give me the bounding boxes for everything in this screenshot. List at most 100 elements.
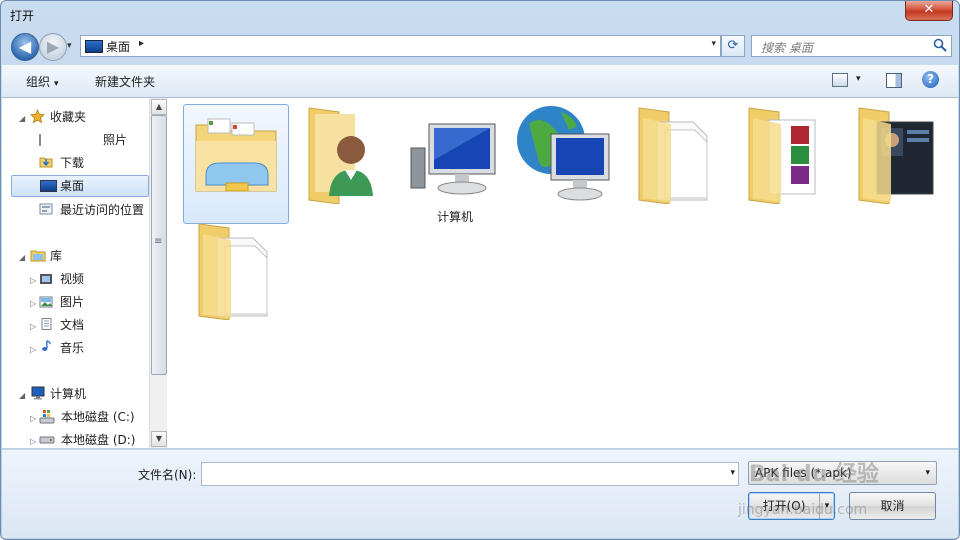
sidebar-item-label: 最近访问的位置 — [60, 203, 145, 217]
sidebar-item-videos[interactable]: 视频 — [39, 268, 149, 290]
scroll-up-button[interactable]: ▲ — [151, 99, 167, 115]
window-title: 打开 — [10, 9, 35, 23]
computer-icon — [410, 123, 496, 195]
organize-button[interactable]: 组织 ▾ — [26, 73, 59, 90]
file-item[interactable] — [183, 104, 289, 224]
documents-folder-icon — [198, 223, 268, 320]
close-button[interactable]: ✕ — [905, 1, 953, 21]
document-library-icon — [41, 318, 52, 330]
file-name: 计算机 — [436, 210, 473, 224]
filename-history-dropdown[interactable]: ▾ — [730, 468, 735, 478]
libraries-folder-icon — [195, 118, 277, 192]
sidebar-item-pictures[interactable]: 图片 — [39, 291, 149, 313]
screenshots-folder-icon — [858, 107, 934, 204]
tree-expanded-icon[interactable]: ◢ — [19, 253, 25, 262]
tree-expanded-icon[interactable]: ◢ — [19, 391, 25, 400]
search-box[interactable]: 搜索 桌面 — [751, 35, 952, 57]
scroll-thumb[interactable]: ≡ — [151, 115, 167, 375]
tree-expanded-icon[interactable]: ◢ — [19, 114, 25, 123]
tree-collapsed-icon[interactable]: ▷ — [30, 299, 36, 308]
sidebar-item-desktop[interactable]: 桌面 — [11, 175, 149, 197]
command-toolbar: 组织 ▾ 新建文件夹 ▾ ? — [2, 65, 958, 98]
preview-pane-icon[interactable] — [886, 73, 902, 88]
address-history-dropdown[interactable]: ▾ — [711, 39, 716, 49]
file-item[interactable] — [293, 104, 397, 222]
filename-field[interactable]: ▾ — [201, 462, 739, 486]
navigation-scrollbar[interactable]: ▲ ≡ ▼ — [149, 98, 167, 448]
back-button[interactable]: ◀ — [11, 33, 39, 61]
title-bar[interactable]: 打开 ✕ — [1, 1, 959, 29]
sidebar-item-label: 照片 — [103, 133, 128, 147]
network-icon — [517, 106, 610, 201]
file-item[interactable] — [183, 220, 287, 338]
folder-icon — [39, 134, 41, 146]
sidebar-item-drive-c[interactable]: 本地磁盘 (C:) — [39, 406, 149, 428]
desktop-icon — [40, 180, 57, 192]
file-list-view[interactable]: 计算机 — [167, 98, 958, 448]
sidebar-item-label: 图片 — [60, 295, 85, 309]
file-item[interactable] — [513, 104, 617, 222]
sidebar-item-documents[interactable]: 文档 — [39, 314, 149, 336]
tree-collapsed-icon[interactable]: ▷ — [30, 276, 36, 285]
recent-places-icon — [39, 203, 53, 215]
favorites-star-icon — [30, 109, 45, 124]
sidebar-item-label: 本地磁盘 (D:) — [61, 433, 136, 447]
address-bar[interactable]: 桌面 ▸ ▾ — [80, 35, 721, 57]
tree-collapsed-icon[interactable]: ▷ — [30, 437, 36, 446]
sidebar-item-downloads[interactable]: 下载 — [39, 152, 149, 174]
sidebar-item-photos[interactable]: 照片 — [39, 129, 149, 151]
watermark-logo: Bai du 经验 — [749, 462, 879, 487]
file-item[interactable] — [733, 104, 837, 222]
scroll-down-button[interactable]: ▼ — [151, 431, 167, 447]
open-file-dialog: 打开 ✕ ◀ ▶ ▾ 桌面 ▸ ▾ ⟳ 搜索 桌面 组织▾ 新建文件夹 ▾ ? — [0, 0, 960, 540]
picture-library-icon — [39, 296, 53, 308]
chevron-down-icon: ▾ — [925, 468, 930, 478]
sidebar-item-recent-places[interactable]: 最近访问的位置 — [39, 199, 149, 221]
sidebar-item-label: 下载 — [60, 156, 85, 170]
system-drive-icon — [39, 410, 55, 424]
desktop-icon — [85, 40, 103, 53]
watermark-url: jingyan.baidu.com — [738, 502, 868, 518]
help-icon[interactable]: ? — [922, 71, 939, 88]
search-input[interactable]: 搜索 桌面 — [761, 39, 813, 56]
computer-icon — [31, 386, 45, 400]
file-item[interactable] — [843, 104, 947, 222]
recent-pages-dropdown[interactable]: ▾ — [67, 41, 77, 51]
filename-label: 文件名(N): — [138, 468, 197, 482]
sidebar-item-label: 本地磁盘 (C:) — [61, 410, 135, 424]
music-library-icon — [42, 340, 51, 351]
video-library-icon — [40, 274, 52, 284]
new-folder-button[interactable]: 新建文件夹 — [95, 73, 155, 90]
libraries-icon — [30, 250, 46, 262]
tree-collapsed-icon[interactable]: ▷ — [30, 322, 36, 331]
tree-collapsed-icon[interactable]: ▷ — [30, 345, 36, 354]
user-folder-icon — [308, 107, 373, 204]
address-path[interactable]: 桌面 — [106, 38, 130, 55]
file-item[interactable]: 计算机 — [403, 104, 507, 224]
forward-button[interactable]: ▶ — [39, 33, 67, 61]
drive-icon — [39, 436, 55, 444]
search-icon[interactable] — [933, 38, 947, 52]
file-item[interactable] — [623, 104, 727, 222]
sidebar-item-label: 视频 — [60, 272, 85, 286]
navigation-pane: ◢ 收藏夹 照片 下载 桌面 最近访问的位置 ◢ 库 ▷ 视频 ▷ 图片 ▷ 文… — [2, 98, 149, 448]
sidebar-favorites[interactable]: 收藏夹 — [50, 106, 86, 128]
sidebar-item-label: 文档 — [60, 318, 85, 332]
media-folder-icon — [748, 107, 816, 204]
view-options-dropdown[interactable]: ▾ — [856, 74, 861, 84]
sidebar-item-label: 音乐 — [60, 341, 85, 355]
sidebar-item-label: 桌面 — [60, 179, 85, 193]
sidebar-item-music[interactable]: 音乐 — [39, 337, 149, 359]
change-view-icon[interactable] — [832, 73, 848, 87]
sidebar-item-drive-d[interactable]: 本地磁盘 (D:) — [39, 429, 149, 451]
documents-folder-icon — [638, 107, 708, 204]
navigation-bar: ◀ ▶ ▾ 桌面 ▸ ▾ ⟳ 搜索 桌面 — [1, 29, 959, 65]
sidebar-libraries[interactable]: 库 — [50, 245, 62, 267]
organize-label: 组织 — [26, 75, 51, 89]
chevron-down-icon: ▾ — [54, 79, 59, 89]
address-separator-chevron-icon[interactable]: ▸ — [139, 38, 144, 49]
refresh-button[interactable]: ⟳ — [721, 35, 745, 57]
sidebar-computer[interactable]: 计算机 — [50, 383, 86, 405]
tree-collapsed-icon[interactable]: ▷ — [30, 414, 36, 423]
grip-icon: ≡ — [154, 236, 163, 247]
